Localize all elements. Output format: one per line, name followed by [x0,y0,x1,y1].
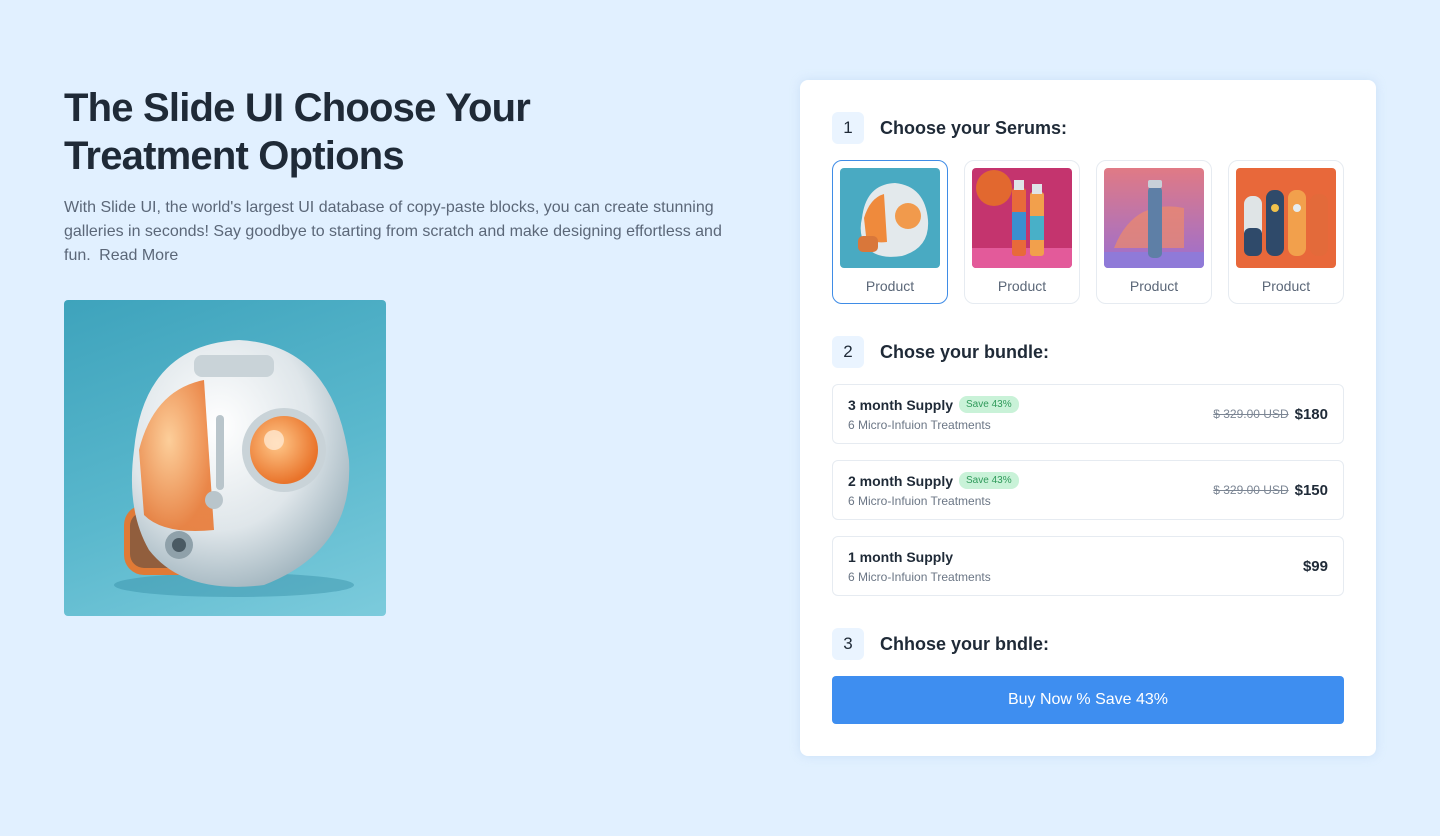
bundle-price: $99 [1303,558,1328,575]
new-price: $180 [1294,405,1328,423]
bundle-name-text: 2 month Supply [848,472,953,489]
old-price: $ 329.00 USD [1213,483,1289,497]
bundle-name: 2 month Supply Save 43% [848,472,1019,489]
save-badge: Save 43% [959,396,1019,413]
bundle-name: 3 month Supply Save 43% [848,396,1019,413]
step-serums: 1 Choose your Serums: [832,112,1344,144]
step-number: 3 [832,628,864,660]
bundle-option-1-month[interactable]: 1 month Supply 6 Micro-Infuion Treatment… [832,536,1344,596]
bundle-option-3-month[interactable]: 3 month Supply Save 43% 6 Micro-Infuion … [832,384,1344,444]
bundle-price: $ 329.00 USD $180 [1213,406,1328,423]
product-option-2[interactable]: Product [964,160,1080,304]
hero-description: With Slide UI, the world's largest UI da… [64,196,744,268]
cylinder-bottle-thumbnail-icon [1104,168,1204,268]
bundle-info: 2 month Supply Save 43% 6 Micro-Infuion … [848,472,1019,508]
new-price: $99 [1302,557,1328,575]
product-label: Product [865,278,915,294]
hero-section: The Slide UI Choose Your Treatment Optio… [64,80,744,616]
step-number: 2 [832,336,864,368]
old-price: $ 329.00 USD [1213,407,1289,421]
device-set-thumbnail-icon [1236,168,1336,268]
bundle-options: 3 month Supply Save 43% 6 Micro-Infuion … [832,384,1344,596]
buy-now-button[interactable]: Buy Now % Save 43% [832,676,1344,724]
product-label: Product [997,278,1047,294]
bundle-name: 1 month Supply [848,549,991,565]
robot-device-illustration [114,340,354,597]
product-option-3[interactable]: Product [1096,160,1212,304]
bundle-price: $ 329.00 USD $150 [1213,482,1328,499]
product-image [972,168,1072,268]
product-option-1[interactable]: Product [832,160,948,304]
step-bundle: 2 Chose your bundle: [832,336,1344,368]
bundle-subtitle: 6 Micro-Infuion Treatments [848,418,991,432]
bundle-info: 3 month Supply Save 43% 6 Micro-Infuion … [848,396,1019,432]
robot-thumbnail-icon [840,168,940,268]
product-image [840,168,940,268]
product-label: Product [1129,278,1179,294]
step-checkout: 3 Chhose your bndle: [832,628,1344,660]
page-title: The Slide UI Choose Your Treatment Optio… [64,86,531,178]
save-badge: Save 43% [959,472,1019,489]
bundle-subtitle: 6 Micro-Infuion Treatments [848,494,991,508]
bundle-info: 1 month Supply 6 Micro-Infuion Treatment… [848,549,991,584]
options-panel: 1 Choose your Serums: Product Product Pr… [800,80,1376,756]
product-label: Product [1261,278,1311,294]
step-title: Chhose your bndle: [880,633,1050,654]
product-image [1236,168,1336,268]
bundle-option-2-month[interactable]: 2 month Supply Save 43% 6 Micro-Infuion … [832,460,1344,520]
product-options: Product Product Product Product [832,160,1344,304]
product-option-4[interactable]: Product [1228,160,1344,304]
bundle-name-text: 3 month Supply [848,396,953,413]
step-title: Chose your bundle: [880,341,1050,362]
step-title: Choose your Serums: [880,117,1068,138]
product-image [1104,168,1204,268]
new-price: $150 [1294,481,1328,499]
read-more-link[interactable]: Read More [99,247,178,264]
serum-bottles-thumbnail-icon [972,168,1072,268]
hero-product-image [64,300,386,616]
step-number: 1 [832,112,864,144]
bundle-subtitle: 6 Micro-Infuion Treatments [848,569,991,584]
bundle-name-text: 1 month Supply [848,548,953,565]
